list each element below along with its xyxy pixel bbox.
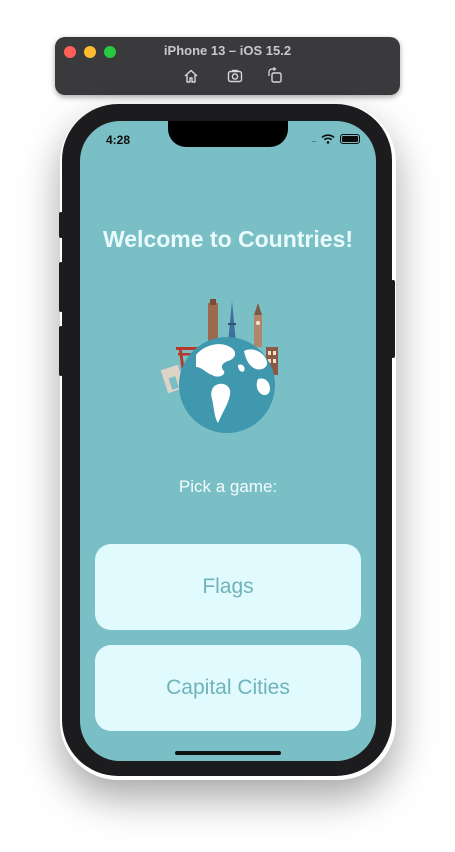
notch: [168, 121, 288, 147]
pick-game-label: Pick a game:: [178, 477, 278, 496]
screenshot-icon[interactable]: [226, 67, 244, 85]
simulator-toolbar: iPhone 13 – iOS 15.2: [55, 37, 400, 95]
power-button: [391, 280, 395, 358]
volume-down-button: [59, 326, 63, 376]
globe-landmarks-icon: [158, 295, 288, 435]
home-indicator[interactable]: [175, 751, 281, 755]
mute-switch: [59, 212, 63, 238]
status-icons: ....: [311, 134, 360, 144]
wifi-icon: [321, 134, 335, 144]
flags-game-button[interactable]: Flags: [95, 544, 361, 630]
flags-button-label: Flags: [202, 575, 254, 598]
signal-icon: ....: [311, 134, 317, 144]
rotate-icon[interactable]: [266, 66, 284, 85]
app-screen: 4:28 .... Welcome to Countries! Pick a g…: [80, 121, 376, 761]
page-title: Welcome to Countries!: [102, 226, 354, 252]
volume-up-button: [59, 262, 63, 312]
home-icon[interactable]: [182, 67, 200, 85]
battery-icon: [340, 134, 360, 144]
capital-cities-game-button[interactable]: Capital Cities: [95, 645, 361, 731]
simulator-title: iPhone 13 – iOS 15.2: [163, 43, 292, 58]
status-time: 4:28: [106, 133, 131, 147]
capital-cities-button-label: Capital Cities: [166, 676, 290, 699]
